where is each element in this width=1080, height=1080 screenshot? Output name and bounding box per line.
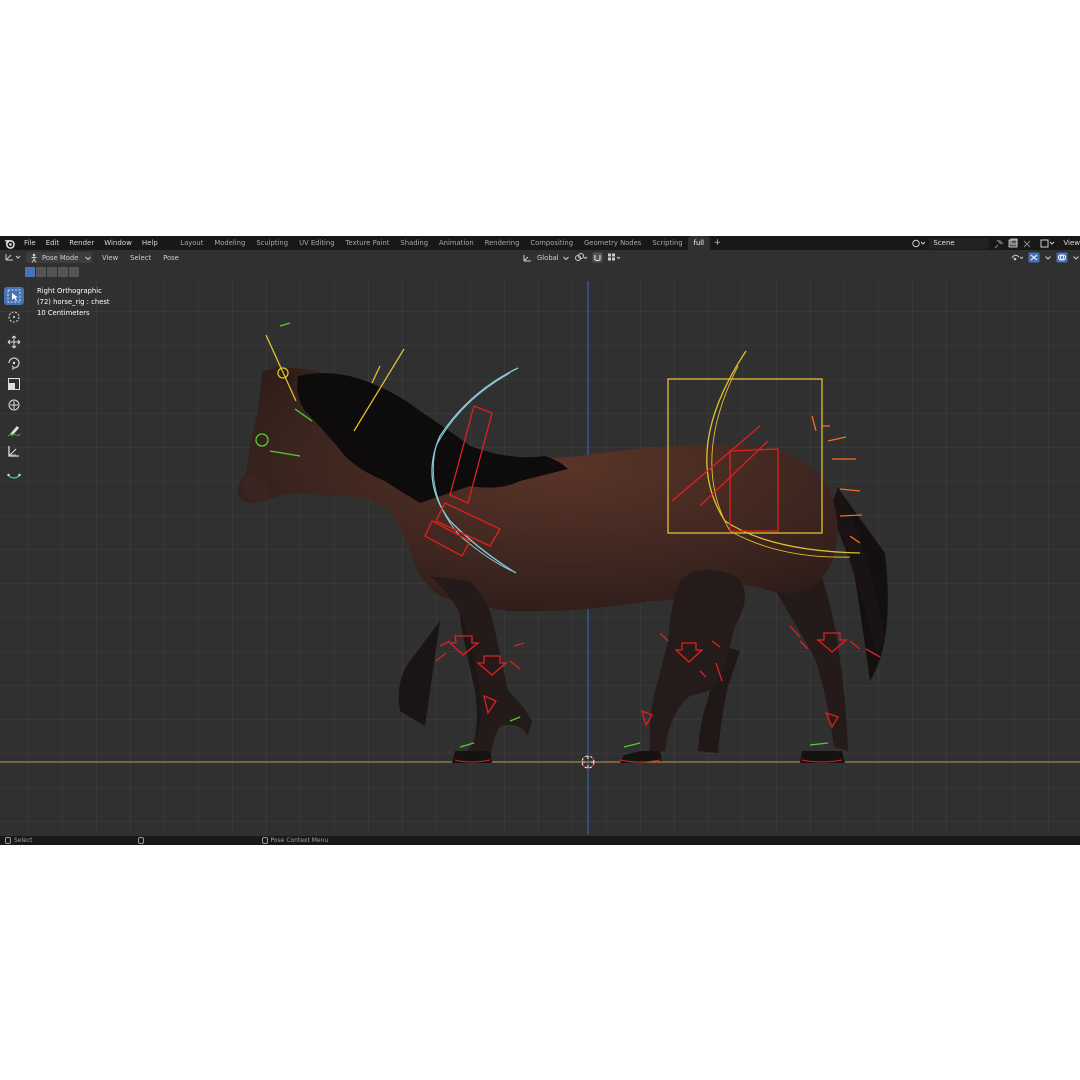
status-middle <box>133 837 147 844</box>
mode-label: Pose Mode <box>42 253 79 262</box>
object-gizmo-icon[interactable] <box>1010 252 1024 263</box>
select-mode-subtract-button[interactable] <box>47 267 57 277</box>
chevron-down-icon <box>85 256 91 260</box>
object-info: (72) horse_rig : chest <box>37 298 110 306</box>
rotate-icon <box>8 357 20 370</box>
gizmo-toggle-icon[interactable] <box>1028 252 1040 263</box>
status-context-menu: Pose Context Menu <box>257 837 329 844</box>
select-mode-new-button[interactable] <box>25 267 35 277</box>
transform-controls: Global <box>522 252 621 263</box>
measure-icon <box>8 446 19 457</box>
scale-tool[interactable] <box>4 375 24 393</box>
measure-tool[interactable] <box>4 442 24 460</box>
tab-geometry-nodes[interactable]: Geometry Nodes <box>579 236 647 250</box>
menu-view[interactable]: View <box>96 254 124 262</box>
new-scene-icon[interactable] <box>1007 238 1019 249</box>
editor-type-selector[interactable] <box>4 252 22 263</box>
viewport-header-right <box>1006 252 1080 263</box>
tab-full[interactable]: full <box>688 236 710 250</box>
selection-mode-group <box>25 267 80 279</box>
chevron-down-icon[interactable] <box>1072 252 1080 263</box>
add-workspace-button[interactable]: + <box>714 238 722 248</box>
pivot-point-icon[interactable] <box>574 252 588 263</box>
menu-window[interactable]: Window <box>99 236 137 250</box>
annotate-icon <box>7 426 21 437</box>
top-bar: File Edit Render Window Help Layout Mode… <box>0 236 1080 250</box>
menu-pose[interactable]: Pose <box>157 254 185 262</box>
tab-animation[interactable]: Animation <box>434 236 480 250</box>
status-select-label: Select <box>14 837 33 844</box>
snap-target-icon[interactable] <box>607 252 621 263</box>
status-select: Select <box>0 837 33 844</box>
mouse-middle-icon <box>137 837 144 844</box>
select-mode-invert-button[interactable] <box>58 267 68 277</box>
mode-selector[interactable]: Pose Mode <box>26 252 92 263</box>
delete-scene-icon[interactable] <box>1021 238 1033 249</box>
3d-viewport[interactable] <box>0 281 1080 834</box>
transform-icon <box>8 399 20 411</box>
relax-pose-tool[interactable] <box>4 467 24 485</box>
menu-help[interactable]: Help <box>137 236 163 250</box>
pin-icon[interactable] <box>993 238 1005 249</box>
viewport-canvas[interactable] <box>0 281 1080 834</box>
scene-selector-group: Scene View <box>911 236 1080 250</box>
scene-name-field[interactable]: Scene <box>929 237 990 249</box>
mouse-right-icon <box>261 837 268 844</box>
tool-shelf <box>4 287 26 488</box>
rotate-tool[interactable] <box>4 354 24 372</box>
tab-modeling[interactable]: Modeling <box>209 236 251 250</box>
scale-icon <box>8 378 20 390</box>
chevron-down-icon <box>563 256 569 260</box>
workspace-tabs: Layout Modeling Sculpting UV Editing Tex… <box>175 236 721 250</box>
mouse-left-icon <box>5 837 11 844</box>
tab-uv-editing[interactable]: UV Editing <box>294 236 340 250</box>
view-layer-label[interactable]: View <box>1063 239 1080 247</box>
blender-window: File Edit Render Window Help Layout Mode… <box>0 236 1080 845</box>
select-mode-intersect-button[interactable] <box>69 267 79 277</box>
tab-sculpting[interactable]: Sculpting <box>251 236 294 250</box>
chevron-down-icon[interactable] <box>1044 252 1052 263</box>
select-box-icon <box>7 289 21 303</box>
global-axes-icon <box>523 254 531 261</box>
menu-edit[interactable]: Edit <box>41 236 65 250</box>
relax-pose-icon <box>7 473 21 479</box>
cursor-icon <box>8 311 20 323</box>
menu-render[interactable]: Render <box>64 236 99 250</box>
view-layer-icon[interactable] <box>1039 238 1055 249</box>
tab-shading[interactable]: Shading <box>395 236 434 250</box>
snap-toggle-icon[interactable] <box>592 252 603 263</box>
tab-texture-paint[interactable]: Texture Paint <box>340 236 395 250</box>
viewport-info-overlay: Right Orthographic (72) horse_rig : ches… <box>37 286 110 319</box>
tab-compositing[interactable]: Compositing <box>525 236 579 250</box>
view-name: Right Orthographic <box>37 287 102 295</box>
viewport-header: Pose Mode View Select Pose Global <box>0 250 1080 265</box>
tab-layout[interactable]: Layout <box>175 236 209 250</box>
grid-scale: 10 Centimeters <box>37 309 90 317</box>
menu-select[interactable]: Select <box>124 254 157 262</box>
orientation-label: Global <box>537 253 559 262</box>
select-box-tool[interactable] <box>4 287 24 305</box>
annotate-tool[interactable] <box>4 421 24 439</box>
transform-tool[interactable] <box>4 396 24 414</box>
move-tool[interactable] <box>4 333 24 351</box>
cursor-tool[interactable] <box>4 308 24 326</box>
move-icon <box>7 335 21 349</box>
blender-logo-icon[interactable] <box>4 238 15 249</box>
tab-rendering[interactable]: Rendering <box>479 236 525 250</box>
tab-scripting[interactable]: Scripting <box>647 236 688 250</box>
select-mode-extend-button[interactable] <box>36 267 46 277</box>
status-context-label: Pose Context Menu <box>270 837 329 844</box>
transform-orientation-selector[interactable]: Global <box>522 252 570 263</box>
scene-icon[interactable] <box>911 238 926 249</box>
menu-file[interactable]: File <box>19 236 41 250</box>
pose-mode-icon <box>31 253 37 263</box>
overlays-toggle-icon[interactable] <box>1056 252 1068 263</box>
3d-viewport-icon <box>5 254 21 261</box>
status-bar: Select Pose Context Menu <box>0 836 1080 845</box>
